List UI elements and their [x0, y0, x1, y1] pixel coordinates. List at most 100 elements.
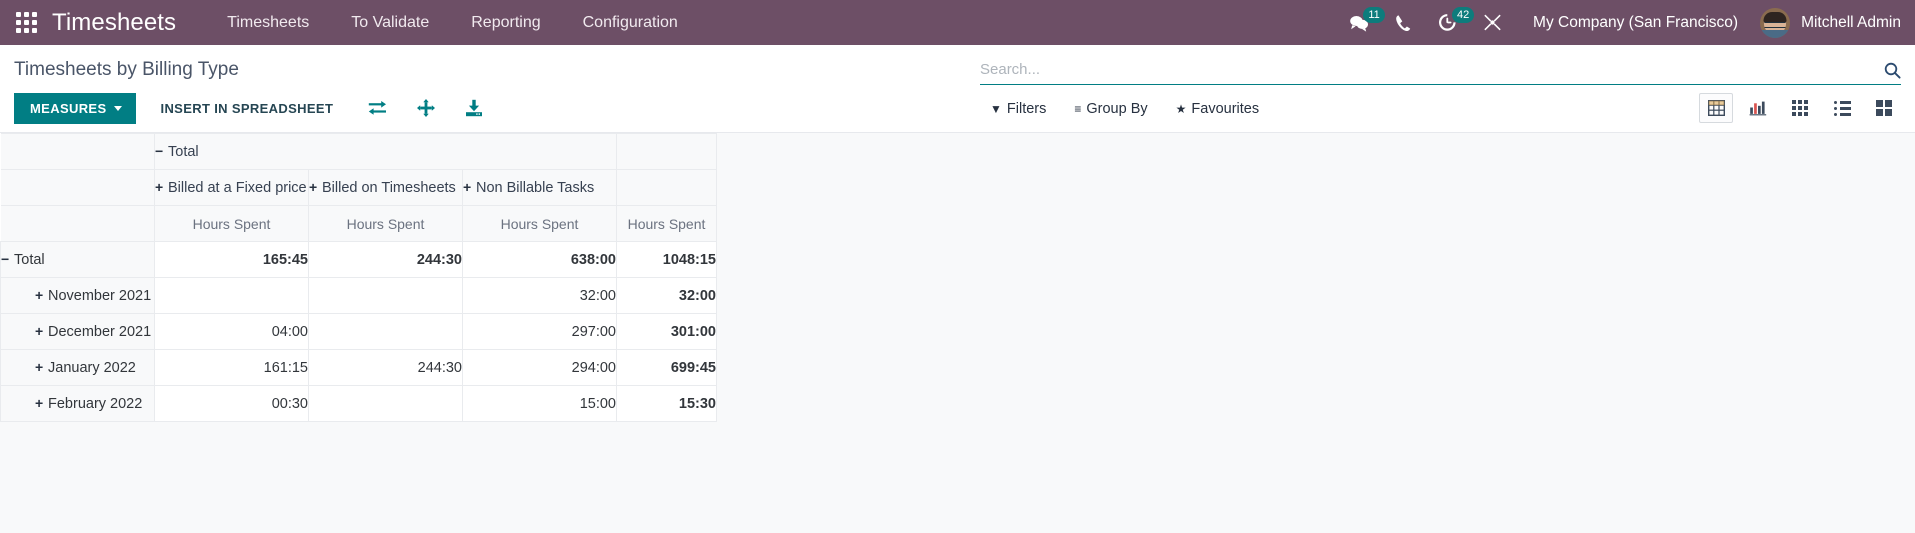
menu-item-reporting[interactable]: Reporting: [450, 0, 561, 45]
column-billed-on-timesheets-label: Billed on Timesheets: [322, 180, 456, 196]
view-button-blocks[interactable]: [1867, 93, 1901, 123]
cell-total-grand[interactable]: 1048:15: [616, 241, 717, 278]
cell-november-2021-fixed-price[interactable]: [154, 277, 309, 314]
avatar: [1760, 7, 1791, 38]
wrench-cross-icon: [1484, 14, 1501, 31]
bar-chart-view-icon: [1749, 101, 1767, 116]
column-group-total-label: Total: [168, 144, 199, 160]
apps-grid-icon: [15, 12, 37, 33]
cell-january-2022-fixed-price[interactable]: 161:15: [154, 349, 309, 386]
company-switcher[interactable]: My Company (San Francisco): [1515, 14, 1752, 32]
expand-all-button[interactable]: [408, 94, 444, 122]
debug-tools-button[interactable]: [1470, 0, 1515, 45]
cell-december-2021-fixed-price[interactable]: 04:00: [154, 313, 309, 350]
menu-item-timesheets[interactable]: Timesheets: [206, 0, 330, 45]
pivot-corner-cell-2: [0, 169, 155, 206]
expand-toggle-icon: +: [155, 179, 164, 195]
menu-item-configuration[interactable]: Configuration: [562, 0, 699, 45]
measures-button[interactable]: MEASURES: [14, 92, 137, 124]
row-header-total[interactable]: − Total: [0, 241, 155, 278]
expand-toggle-icon: +: [35, 395, 44, 411]
control-panel: Timesheets by Billing Type MEASURES INSE…: [0, 45, 1915, 133]
cell-december-2021-timesheets[interactable]: [308, 313, 463, 350]
collapse-toggle-icon: −: [1, 251, 10, 267]
cell-january-2022-non-billable[interactable]: 294:00: [462, 349, 617, 386]
cell-february-2022-non-billable[interactable]: 15:00: [462, 385, 617, 422]
pivot-content-area: − Total + Billed at a Fixed price + Billed …: [0, 133, 1915, 533]
measure-hours-spent-total[interactable]: Hours Spent: [616, 205, 717, 242]
messages-button[interactable]: 11: [1336, 0, 1386, 45]
group-by-icon: ≡: [1074, 102, 1082, 116]
group-by-label: Group By: [1086, 101, 1148, 117]
pivot-header-row-group: − Total: [0, 133, 717, 170]
download-xlsx-button[interactable]: [456, 94, 492, 122]
top-navbar: Timesheets Timesheets To Validate Report…: [0, 0, 1915, 45]
measures-button-label: MEASURES: [30, 100, 107, 116]
cell-february-2022-timesheets[interactable]: [308, 385, 463, 422]
cell-november-2021-total[interactable]: 32:00: [616, 277, 717, 314]
row-header-november-2021[interactable]: + November 2021: [0, 277, 155, 314]
column-non-billable-tasks[interactable]: + Non Billable Tasks: [462, 169, 617, 206]
row-header-december-2021[interactable]: + December 2021: [0, 313, 155, 350]
flip-axis-button[interactable]: [359, 95, 396, 121]
search-input[interactable]: [980, 61, 1876, 80]
table-row: + December 2021 04:00 297:00 301:00: [0, 313, 717, 350]
table-row: + February 2022 00:30 15:00 15:30: [0, 385, 717, 422]
row-header-february-2022-label: February 2022: [48, 396, 143, 412]
cell-february-2022-fixed-price[interactable]: 00:30: [154, 385, 309, 422]
measure-hours-spent-1[interactable]: Hours Spent: [154, 205, 309, 242]
search-button[interactable]: [1876, 62, 1901, 79]
view-button-pivot[interactable]: [1699, 93, 1733, 123]
cell-november-2021-timesheets[interactable]: [308, 277, 463, 314]
view-button-graph[interactable]: [1741, 93, 1775, 123]
favourites-dropdown[interactable]: ★ Favourites: [1176, 97, 1273, 121]
group-by-dropdown[interactable]: ≡ Group By: [1074, 97, 1161, 121]
main-menu: Timesheets To Validate Reporting Configu…: [206, 0, 699, 45]
column-billed-fixed-price-label: Billed at a Fixed price: [168, 180, 307, 196]
user-name-label: Mitchell Admin: [1801, 13, 1901, 31]
row-header-february-2022[interactable]: + February 2022: [0, 385, 155, 422]
cell-total-timesheets[interactable]: 244:30: [308, 241, 463, 278]
pivot-corner-cell: [0, 133, 155, 170]
cell-total-non-billable[interactable]: 638:00: [462, 241, 617, 278]
table-row: + January 2022 161:15 244:30 294:00 699:4…: [0, 349, 717, 386]
measure-hours-spent-3[interactable]: Hours Spent: [462, 205, 617, 242]
user-menu[interactable]: Mitchell Admin: [1752, 7, 1901, 38]
row-header-january-2022[interactable]: + January 2022: [0, 349, 155, 386]
download-xlsx-icon: [466, 99, 483, 117]
cell-december-2021-total[interactable]: 301:00: [616, 313, 717, 350]
activities-button[interactable]: 42: [1425, 0, 1475, 45]
cell-december-2021-non-billable[interactable]: 297:00: [462, 313, 617, 350]
filters-dropdown[interactable]: ▼ Filters: [990, 97, 1060, 121]
cell-november-2021-non-billable[interactable]: 32:00: [462, 277, 617, 314]
column-group-total[interactable]: − Total: [154, 133, 617, 170]
view-button-list[interactable]: [1825, 93, 1859, 123]
expand-toggle-icon: +: [35, 359, 44, 375]
view-button-kanban[interactable]: [1783, 93, 1817, 123]
pivot-header-spacer: [616, 133, 717, 170]
expand-toggle-icon: +: [309, 179, 318, 195]
app-brand-timesheets[interactable]: Timesheets: [52, 9, 206, 37]
cell-january-2022-total[interactable]: 699:45: [616, 349, 717, 386]
column-billed-on-timesheets[interactable]: + Billed on Timesheets: [308, 169, 463, 206]
insert-in-spreadsheet-button[interactable]: INSERT IN SPREADSHEET: [146, 93, 347, 124]
cell-january-2022-timesheets[interactable]: 244:30: [308, 349, 463, 386]
cell-total-fixed-price[interactable]: 165:45: [154, 241, 309, 278]
column-billed-fixed-price[interactable]: + Billed at a Fixed price: [154, 169, 309, 206]
row-header-december-2021-label: December 2021: [48, 324, 152, 340]
expand-toggle-icon: +: [35, 287, 44, 303]
pivot-header-row-columns: + Billed at a Fixed price + Billed on Time…: [0, 169, 717, 206]
measure-hours-spent-2[interactable]: Hours Spent: [308, 205, 463, 242]
pivot-header-row-measures: Hours Spent Hours Spent Hours Spent Hour…: [0, 205, 717, 242]
favourites-label: Favourites: [1191, 101, 1260, 117]
cell-february-2022-total[interactable]: 15:30: [616, 385, 717, 422]
apps-menu-button[interactable]: [0, 0, 52, 45]
row-header-total-label: Total: [14, 252, 45, 268]
menu-item-to-validate[interactable]: To Validate: [330, 0, 450, 45]
expand-all-icon: [417, 99, 436, 117]
expand-toggle-icon: +: [35, 323, 44, 339]
expand-toggle-icon: +: [463, 179, 472, 195]
phone-button[interactable]: [1382, 0, 1425, 45]
collapse-toggle-icon: −: [155, 143, 164, 159]
view-switcher: [1691, 93, 1901, 123]
